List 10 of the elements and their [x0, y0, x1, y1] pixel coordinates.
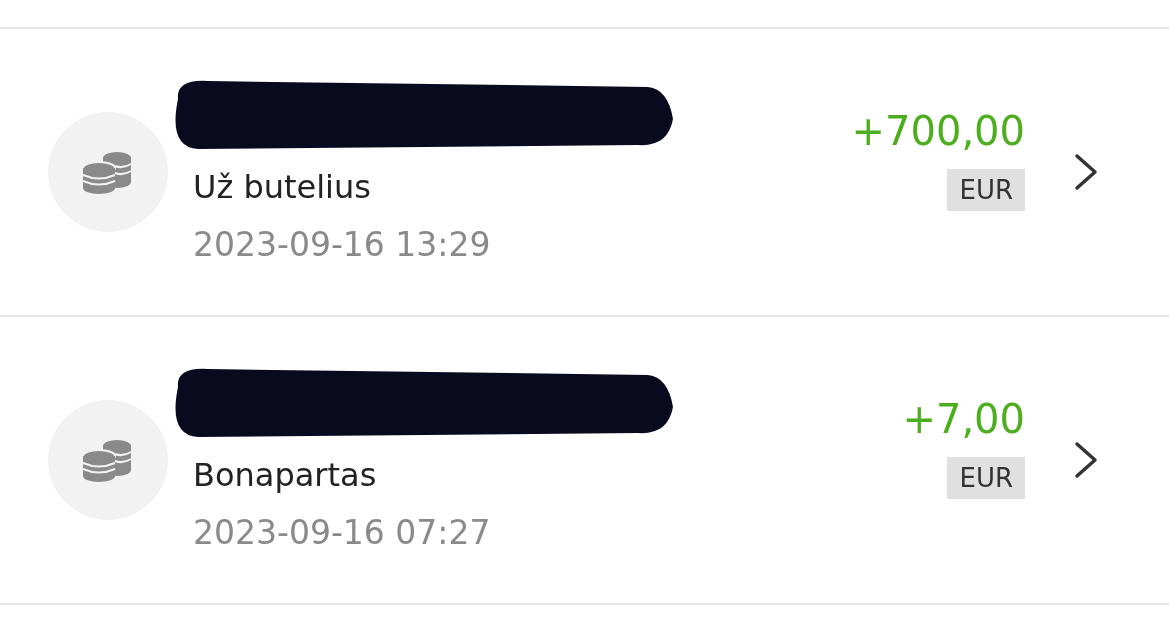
transaction-datetime: 2023-09-16 07:27: [193, 512, 492, 554]
currency-badge: EUR: [947, 457, 1025, 499]
chevron-icon[interactable]: [1073, 152, 1099, 192]
transaction-datetime: 2023-09-16 13:29: [193, 224, 492, 266]
merchant-name: Už butelius: [193, 167, 372, 208]
amount: +7,00: [902, 395, 1025, 444]
chevron-icon[interactable]: [1073, 440, 1099, 480]
amount: +700,00: [851, 107, 1025, 156]
currency-badge: EUR: [947, 169, 1025, 211]
merchant-name: Bonapartas: [193, 455, 378, 496]
